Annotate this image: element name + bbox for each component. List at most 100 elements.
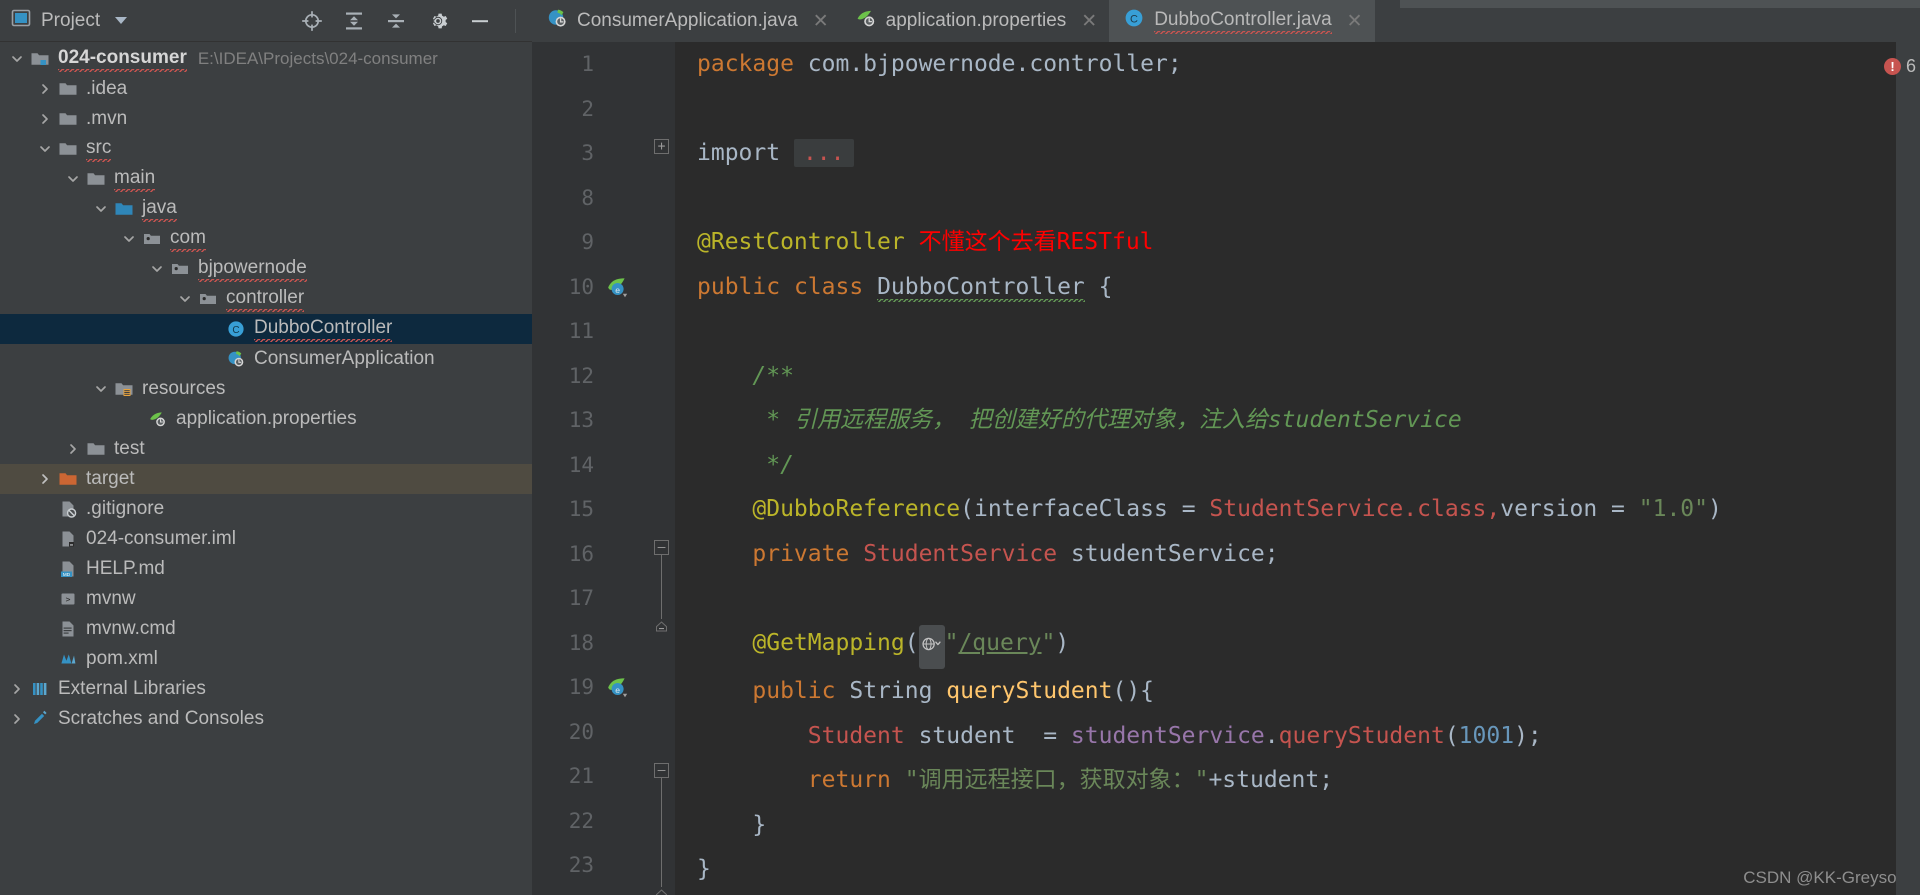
gutter-line: 22 [532, 799, 647, 844]
paren-close: ) [1708, 496, 1722, 522]
globe-icon[interactable] [918, 624, 945, 669]
tree-node-dubbocontroller[interactable]: C DubboController [0, 314, 532, 344]
attribute-version: version [1500, 496, 1598, 522]
chevron-right-icon[interactable] [34, 82, 56, 96]
equals-sign: = [1181, 496, 1196, 522]
tree-node-external-libraries[interactable]: External Libraries [0, 674, 532, 704]
chevron-down-icon[interactable] [62, 172, 84, 186]
project-toolwindow-title[interactable]: Project [10, 7, 128, 34]
gutter-line: 23 [532, 843, 647, 888]
annotation-getmapping: @GetMapping [752, 629, 905, 656]
editor-tab-dubbocontroller[interactable]: C DubboController.java ✕ [1109, 0, 1375, 42]
tree-node-test[interactable]: test [0, 434, 532, 464]
tree-node-label: pom.xml [86, 648, 158, 669]
code-line-21: return "调用远程接口，获取对象："+student; [675, 758, 1920, 803]
error-stripe[interactable]: ! 6 [1883, 42, 1920, 895]
tree-node-iml[interactable]: 024-consumer.iml [0, 524, 532, 554]
expand-all-icon[interactable] [343, 10, 365, 32]
chevron-down-icon[interactable] [174, 292, 196, 306]
code-line-20: Student student = studentService.querySt… [675, 714, 1920, 759]
tree-node-pom-xml[interactable]: pom.xml [0, 644, 532, 674]
code-line-13: * 引用远程服务， 把创建好的代理对象，注入给studentService [675, 398, 1920, 443]
chevron-down-icon[interactable] [6, 52, 28, 66]
error-count-indicator[interactable]: ! 6 [1883, 56, 1916, 77]
folded-imports-marker[interactable]: ... [793, 139, 854, 167]
tree-node-com[interactable]: com [0, 224, 532, 254]
spring-boot-class-icon [224, 349, 248, 369]
tree-node-idea[interactable]: .idea [0, 74, 532, 104]
editor-tab-applicationproperties[interactable]: application.properties ✕ [840, 0, 1110, 42]
tree-node-gitignore[interactable]: .gitignore [0, 494, 532, 524]
gutter-line: 8 [532, 176, 647, 221]
chevron-down-icon[interactable] [90, 382, 112, 396]
tree-node-bjpowernode[interactable]: bjpowernode [0, 254, 532, 284]
tree-node-controller[interactable]: controller [0, 284, 532, 314]
gutter-line: 3 [532, 131, 647, 176]
fold-region-end-icon[interactable] [655, 619, 668, 632]
spring-bean-icon[interactable]: e [594, 674, 642, 700]
editor-gutter[interactable]: 1 2 3 8 9 10 e 11 12 13 14 15 16 17 18 1… [532, 42, 647, 895]
collapse-all-icon[interactable] [385, 10, 407, 32]
line-number: 19 [568, 675, 594, 700]
editor-tab-consumerapplication[interactable]: ConsumerApplication.java ✕ [532, 0, 841, 42]
tree-node-mvnw[interactable]: > mvnw [0, 584, 532, 614]
tree-node-label: DubboController [254, 316, 393, 342]
tree-node-scratches-and-consoles[interactable]: Scratches and Consoles [0, 704, 532, 734]
fold-collapse-javadoc-icon[interactable]: – [654, 540, 669, 555]
tree-node-label: com [170, 226, 206, 252]
type-string: String [849, 678, 933, 704]
tree-node-consumerapplication[interactable]: ConsumerApplication [0, 344, 532, 374]
tree-node-java[interactable]: java [0, 194, 532, 224]
close-icon[interactable]: ✕ [1347, 10, 1363, 33]
close-icon[interactable]: ✕ [813, 10, 829, 33]
line-number: 14 [568, 452, 594, 477]
fold-collapse-method-icon[interactable]: – [654, 763, 669, 778]
code-content[interactable]: package com.bjpowernode.controller; impo… [675, 42, 1920, 895]
source-root-folder-icon [112, 199, 136, 219]
tree-node-label: Scratches and Consoles [58, 708, 264, 729]
tree-node-applicationproperties[interactable]: application.properties [0, 404, 532, 434]
tree-node-target[interactable]: target [0, 464, 532, 494]
chevron-right-icon[interactable] [6, 682, 28, 696]
main-body: 024-consumer E:\IDEA\Projects\024-consum… [0, 42, 1920, 895]
chevron-right-icon[interactable] [6, 712, 28, 726]
package-icon [140, 229, 164, 249]
fold-region-end-icon[interactable] [655, 887, 668, 895]
project-toolwindow-label: Project [41, 9, 101, 31]
spring-bean-icon[interactable]: e [594, 274, 642, 300]
javadoc-end: */ [766, 451, 794, 478]
folder-icon [56, 139, 80, 159]
tree-node-help-md[interactable]: MD HELP.md [0, 554, 532, 584]
chevron-right-icon[interactable] [34, 472, 56, 486]
chevron-down-icon[interactable] [115, 17, 128, 24]
chevron-down-icon[interactable] [34, 142, 56, 156]
gutter-line: 11 [532, 309, 647, 354]
code-editor[interactable]: 1 2 3 8 9 10 e 11 12 13 14 15 16 17 18 1… [532, 42, 1920, 895]
chevron-down-icon[interactable] [146, 262, 168, 276]
chevron-right-icon[interactable] [34, 112, 56, 126]
tree-node-resources[interactable]: resources [0, 374, 532, 404]
code-line-18: @GetMapping("/query") [675, 621, 1920, 669]
line-number: 1 [581, 52, 594, 77]
minimize-icon[interactable] [469, 10, 491, 32]
project-tree-panel[interactable]: 024-consumer E:\IDEA\Projects\024-consum… [0, 42, 532, 895]
paren-open: ( [960, 496, 974, 522]
tree-node-main[interactable]: main [0, 164, 532, 194]
tree-node-024-consumer[interactable]: 024-consumer E:\IDEA\Projects\024-consum… [0, 44, 532, 74]
gitignore-file-icon [56, 499, 80, 519]
svg-text:e: e [615, 285, 620, 295]
keyword-public: public [752, 678, 836, 704]
gutter-line: 21 [532, 754, 647, 799]
mapping-url-value[interactable]: /query [958, 630, 1041, 656]
gear-icon[interactable] [427, 10, 449, 32]
chevron-right-icon[interactable] [62, 442, 84, 456]
chevron-down-icon[interactable] [90, 202, 112, 216]
editor-fold-strip[interactable]: + – – [647, 42, 675, 895]
tree-node-mvnw-cmd[interactable]: mvnw.cmd [0, 614, 532, 644]
close-icon[interactable]: ✕ [1081, 10, 1097, 33]
fold-expand-import-icon[interactable]: + [654, 139, 669, 154]
tree-node-src[interactable]: src [0, 134, 532, 164]
tree-node-mvn[interactable]: .mvn [0, 104, 532, 134]
locate-target-icon[interactable] [301, 10, 323, 32]
chevron-down-icon[interactable] [118, 232, 140, 246]
